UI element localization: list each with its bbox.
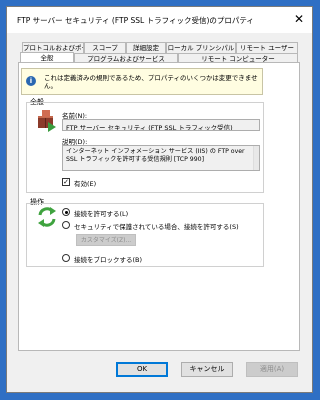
enabled-label: 有効(E) <box>74 180 97 188</box>
apply-button[interactable]: 適用(A) <box>246 362 298 377</box>
tab-scope[interactable]: スコープ <box>84 42 126 53</box>
firewall-icon <box>38 110 56 132</box>
allow-label: 接続を許可する(L) <box>74 210 129 218</box>
block-radio[interactable] <box>62 254 70 262</box>
allow-secure-label: セキュリティで保護されている場合、接続を許可する(S) <box>74 223 239 231</box>
allow-secure-radio[interactable] <box>62 221 70 229</box>
title-bar: FTP サーバー セキュリティ (FTP SSL トラフィック受信)のプロパティ… <box>7 7 312 33</box>
customize-button[interactable]: カスタマイズ(Z)... <box>76 234 136 246</box>
description-field[interactable]: インターネット インフォメーション サービス (IIS) の FTP over … <box>62 145 260 171</box>
dialog-title: FTP サーバー セキュリティ (FTP SSL トラフィック受信)のプロパティ <box>17 16 254 25</box>
description-text: インターネット インフォメーション サービス (IIS) の FTP over … <box>66 148 245 163</box>
info-icon: i <box>26 76 36 86</box>
info-text: これは定義済みの規則であるため、プロパティのいくつかは変更できません。 <box>44 74 258 90</box>
ok-button[interactable]: OK <box>116 362 168 377</box>
allow-radio[interactable] <box>62 208 70 216</box>
info-banner: i これは定義済みの規則であるため、プロパティのいくつかは変更できません。 <box>21 68 263 95</box>
refresh-arrows-icon <box>38 207 56 227</box>
name-field[interactable]: FTP サーバー セキュリティ (FTP SSL トラフィック受信) <box>62 119 260 131</box>
tab-advanced[interactable]: 詳細設定 <box>126 42 166 53</box>
enabled-checkbox[interactable]: ✓ <box>62 178 70 186</box>
tab-remote-users[interactable]: リモート ユーザー <box>236 42 298 53</box>
close-icon[interactable]: ✕ <box>294 13 304 25</box>
description-scrollbar[interactable] <box>253 146 259 170</box>
tab-local-principals[interactable]: ローカル プリンシパル <box>166 42 236 53</box>
cancel-button[interactable]: キャンセル <box>181 362 233 377</box>
block-label: 接続をブロックする(B) <box>74 256 143 264</box>
